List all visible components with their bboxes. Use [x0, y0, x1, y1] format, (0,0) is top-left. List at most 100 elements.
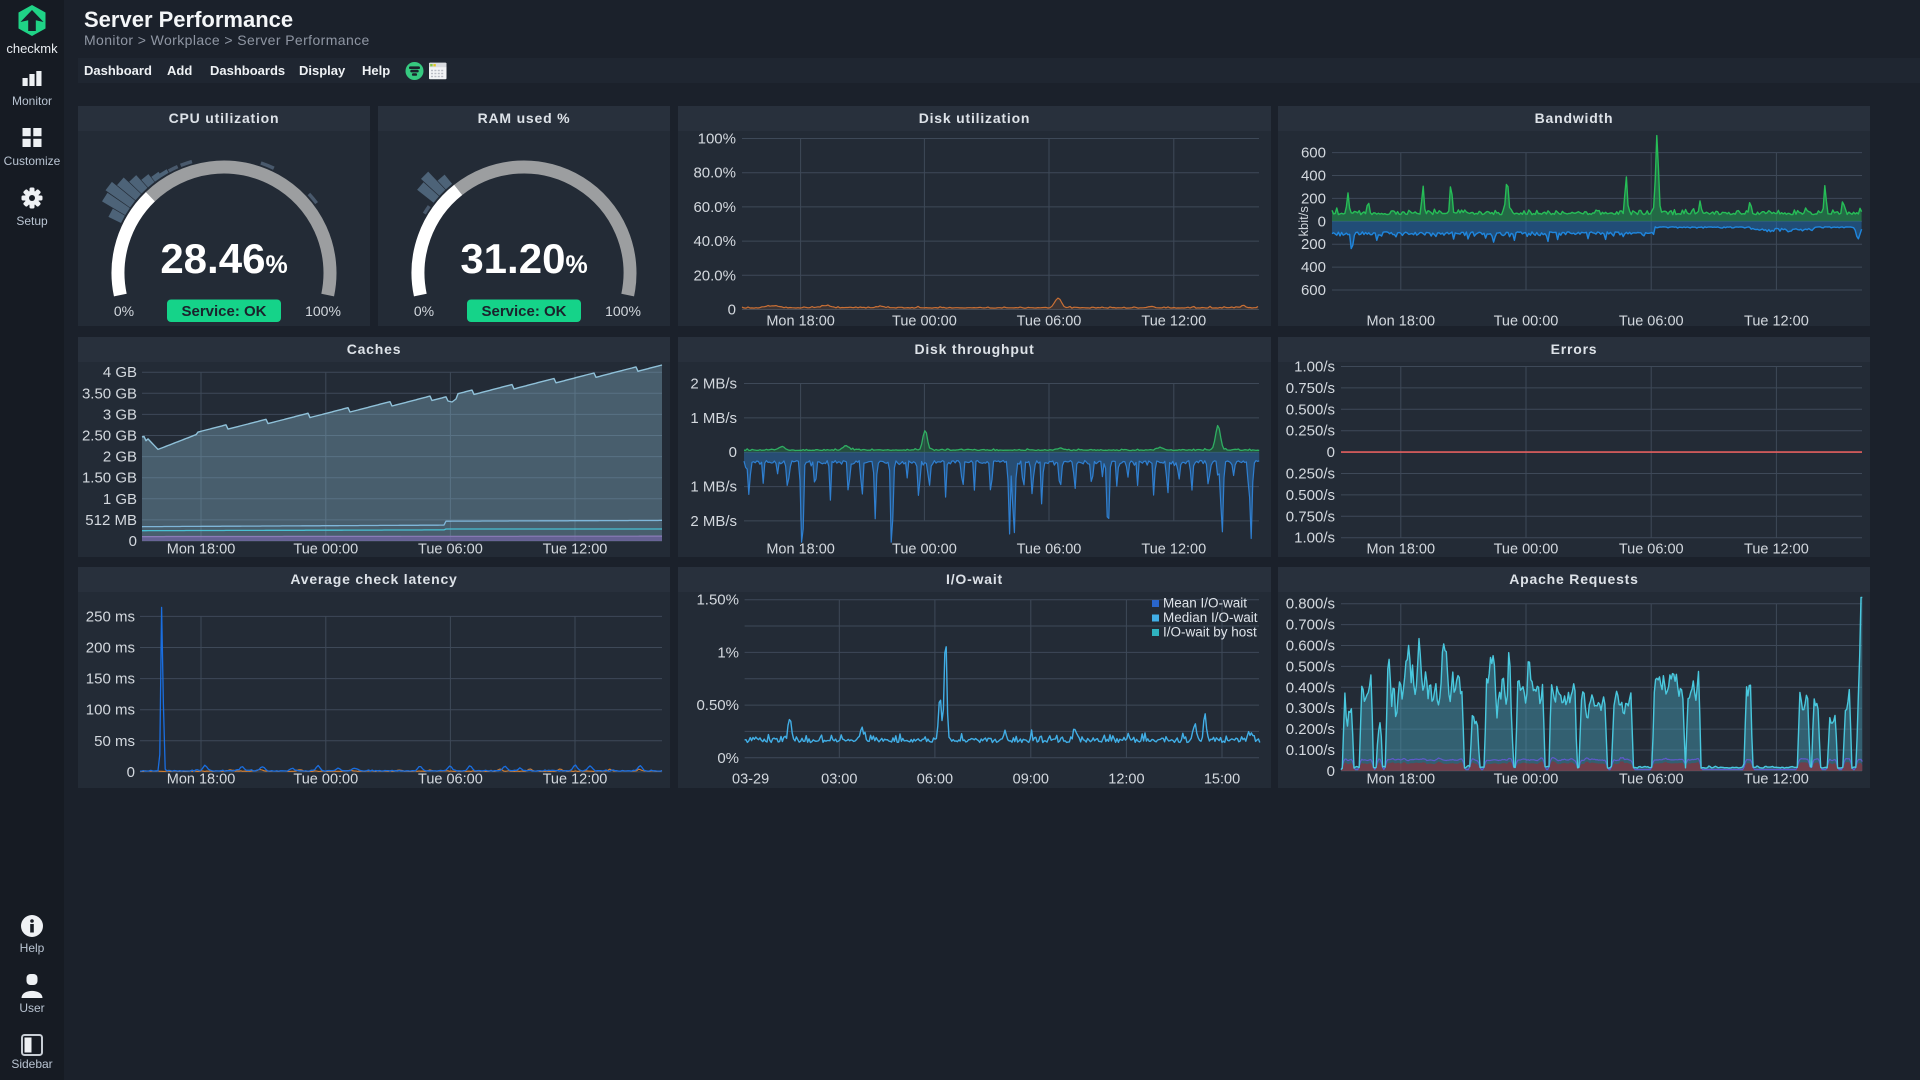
svg-text:Mon 18:00: Mon 18:00 — [766, 542, 835, 558]
svg-text:Mon 18:00: Mon 18:00 — [1367, 542, 1436, 558]
svg-text:Tue 06:00: Tue 06:00 — [1619, 314, 1684, 327]
svg-text:0: 0 — [127, 764, 135, 781]
svg-text:0: 0 — [728, 302, 736, 319]
svg-text:15:00: 15:00 — [1204, 772, 1240, 788]
svg-text:Mean I/O-wait: Mean I/O-wait — [1163, 596, 1247, 611]
svg-text:Mon 18:00: Mon 18:00 — [1367, 314, 1436, 327]
svg-text:400: 400 — [1301, 168, 1326, 185]
svg-text:0.250/s: 0.250/s — [1286, 423, 1335, 440]
svg-text:28.46%: 28.46% — [160, 235, 287, 282]
svg-text:50 ms: 50 ms — [94, 733, 135, 750]
svg-text:06:00: 06:00 — [917, 772, 953, 788]
svg-text:0.500/s: 0.500/s — [1286, 487, 1335, 504]
svg-text:Mon 18:00: Mon 18:00 — [766, 314, 835, 327]
svg-text:3.50 GB: 3.50 GB — [82, 385, 137, 402]
svg-text:0%: 0% — [717, 750, 739, 767]
svg-text:Tue 12:00: Tue 12:00 — [1141, 542, 1206, 558]
svg-text:0: 0 — [1318, 213, 1326, 230]
svg-text:Mon 18:00: Mon 18:00 — [167, 772, 236, 788]
svg-text:Tue 00:00: Tue 00:00 — [1494, 772, 1559, 788]
svg-text:Tue 12:00: Tue 12:00 — [1141, 314, 1206, 327]
svg-text:1%: 1% — [717, 644, 739, 661]
svg-text:0.750/s: 0.750/s — [1286, 508, 1335, 525]
svg-text:Tue 06:00: Tue 06:00 — [1017, 542, 1082, 558]
svg-text:0.400/s: 0.400/s — [1286, 679, 1335, 696]
svg-text:Service: OK: Service: OK — [481, 303, 566, 320]
svg-text:1 MB/s: 1 MB/s — [690, 410, 737, 427]
svg-text:400: 400 — [1301, 259, 1326, 276]
svg-text:I/O-wait by host: I/O-wait by host — [1163, 625, 1257, 640]
svg-text:250 ms: 250 ms — [86, 608, 135, 625]
svg-text:1.50 GB: 1.50 GB — [82, 470, 137, 487]
svg-text:Tue 12:00: Tue 12:00 — [543, 542, 608, 558]
svg-text:3 GB: 3 GB — [103, 406, 137, 423]
svg-text:Mon 18:00: Mon 18:00 — [1367, 772, 1436, 788]
svg-text:600: 600 — [1301, 282, 1326, 299]
svg-text:09:00: 09:00 — [1013, 772, 1049, 788]
svg-text:600: 600 — [1301, 145, 1326, 162]
svg-text:512 MB: 512 MB — [85, 512, 137, 529]
svg-text:0.100/s: 0.100/s — [1286, 742, 1335, 759]
svg-text:0.750/s: 0.750/s — [1286, 380, 1335, 397]
svg-text:100%: 100% — [305, 303, 341, 319]
svg-text:200: 200 — [1301, 236, 1326, 253]
svg-text:Median I/O-wait: Median I/O-wait — [1163, 610, 1258, 625]
svg-text:0.500/s: 0.500/s — [1286, 401, 1335, 418]
svg-text:1 GB: 1 GB — [103, 491, 137, 508]
svg-text:0.250/s: 0.250/s — [1286, 466, 1335, 483]
svg-text:0.300/s: 0.300/s — [1286, 700, 1335, 717]
svg-text:20.0%: 20.0% — [693, 267, 736, 284]
svg-text:Tue 12:00: Tue 12:00 — [1744, 772, 1809, 788]
svg-text:Tue 00:00: Tue 00:00 — [892, 314, 957, 327]
svg-text:1.00/s: 1.00/s — [1294, 359, 1335, 376]
svg-text:80.0%: 80.0% — [693, 165, 736, 182]
svg-text:150 ms: 150 ms — [86, 671, 135, 688]
svg-text:60.0%: 60.0% — [693, 199, 736, 216]
svg-text:31.20%: 31.20% — [460, 235, 587, 282]
svg-text:0%: 0% — [114, 303, 134, 319]
svg-text:Mon 18:00: Mon 18:00 — [167, 542, 236, 558]
svg-text:100%: 100% — [698, 131, 736, 148]
svg-text:Tue 00:00: Tue 00:00 — [1494, 542, 1559, 558]
svg-text:1.50%: 1.50% — [696, 592, 739, 609]
svg-text:kbit/s: kbit/s — [1296, 206, 1311, 237]
svg-text:2 MB/s: 2 MB/s — [690, 513, 737, 530]
svg-text:0.600/s: 0.600/s — [1286, 638, 1335, 655]
svg-text:200: 200 — [1301, 190, 1326, 207]
svg-text:Tue 06:00: Tue 06:00 — [418, 772, 483, 788]
svg-text:0.800/s: 0.800/s — [1286, 596, 1335, 613]
svg-text:200 ms: 200 ms — [86, 640, 135, 657]
svg-text:03:00: 03:00 — [821, 772, 857, 788]
svg-text:Tue 00:00: Tue 00:00 — [892, 542, 957, 558]
svg-text:0%: 0% — [414, 303, 434, 319]
svg-text:0: 0 — [729, 444, 737, 461]
svg-text:100%: 100% — [605, 303, 641, 319]
svg-text:100 ms: 100 ms — [86, 702, 135, 719]
svg-text:1 MB/s: 1 MB/s — [690, 479, 737, 496]
svg-text:2 GB: 2 GB — [103, 449, 137, 466]
svg-text:Service: OK: Service: OK — [181, 303, 266, 320]
svg-text:0.50%: 0.50% — [696, 697, 739, 714]
svg-text:1.00/s: 1.00/s — [1294, 530, 1335, 547]
svg-text:0: 0 — [1327, 763, 1335, 780]
svg-text:0: 0 — [1327, 444, 1335, 461]
svg-text:4 GB: 4 GB — [103, 364, 137, 381]
svg-text:Tue 00:00: Tue 00:00 — [1494, 314, 1559, 327]
svg-text:2 MB/s: 2 MB/s — [690, 376, 737, 393]
svg-text:Tue 12:00: Tue 12:00 — [1744, 314, 1809, 327]
svg-text:0: 0 — [129, 533, 137, 550]
svg-text:Tue 06:00: Tue 06:00 — [1017, 314, 1082, 327]
svg-text:0.500/s: 0.500/s — [1286, 658, 1335, 675]
svg-text:Tue 12:00: Tue 12:00 — [543, 772, 608, 788]
svg-text:2.50 GB: 2.50 GB — [82, 428, 137, 445]
svg-text:Tue 06:00: Tue 06:00 — [1619, 542, 1684, 558]
svg-text:Tue 00:00: Tue 00:00 — [293, 772, 358, 788]
svg-text:0.200/s: 0.200/s — [1286, 721, 1335, 738]
svg-text:03-29: 03-29 — [732, 772, 769, 788]
svg-text:Tue 06:00: Tue 06:00 — [418, 542, 483, 558]
svg-text:Tue 06:00: Tue 06:00 — [1619, 772, 1684, 788]
svg-text:0.700/s: 0.700/s — [1286, 617, 1335, 634]
svg-text:Tue 00:00: Tue 00:00 — [293, 542, 358, 558]
svg-text:12:00: 12:00 — [1108, 772, 1144, 788]
svg-text:Tue 12:00: Tue 12:00 — [1744, 542, 1809, 558]
